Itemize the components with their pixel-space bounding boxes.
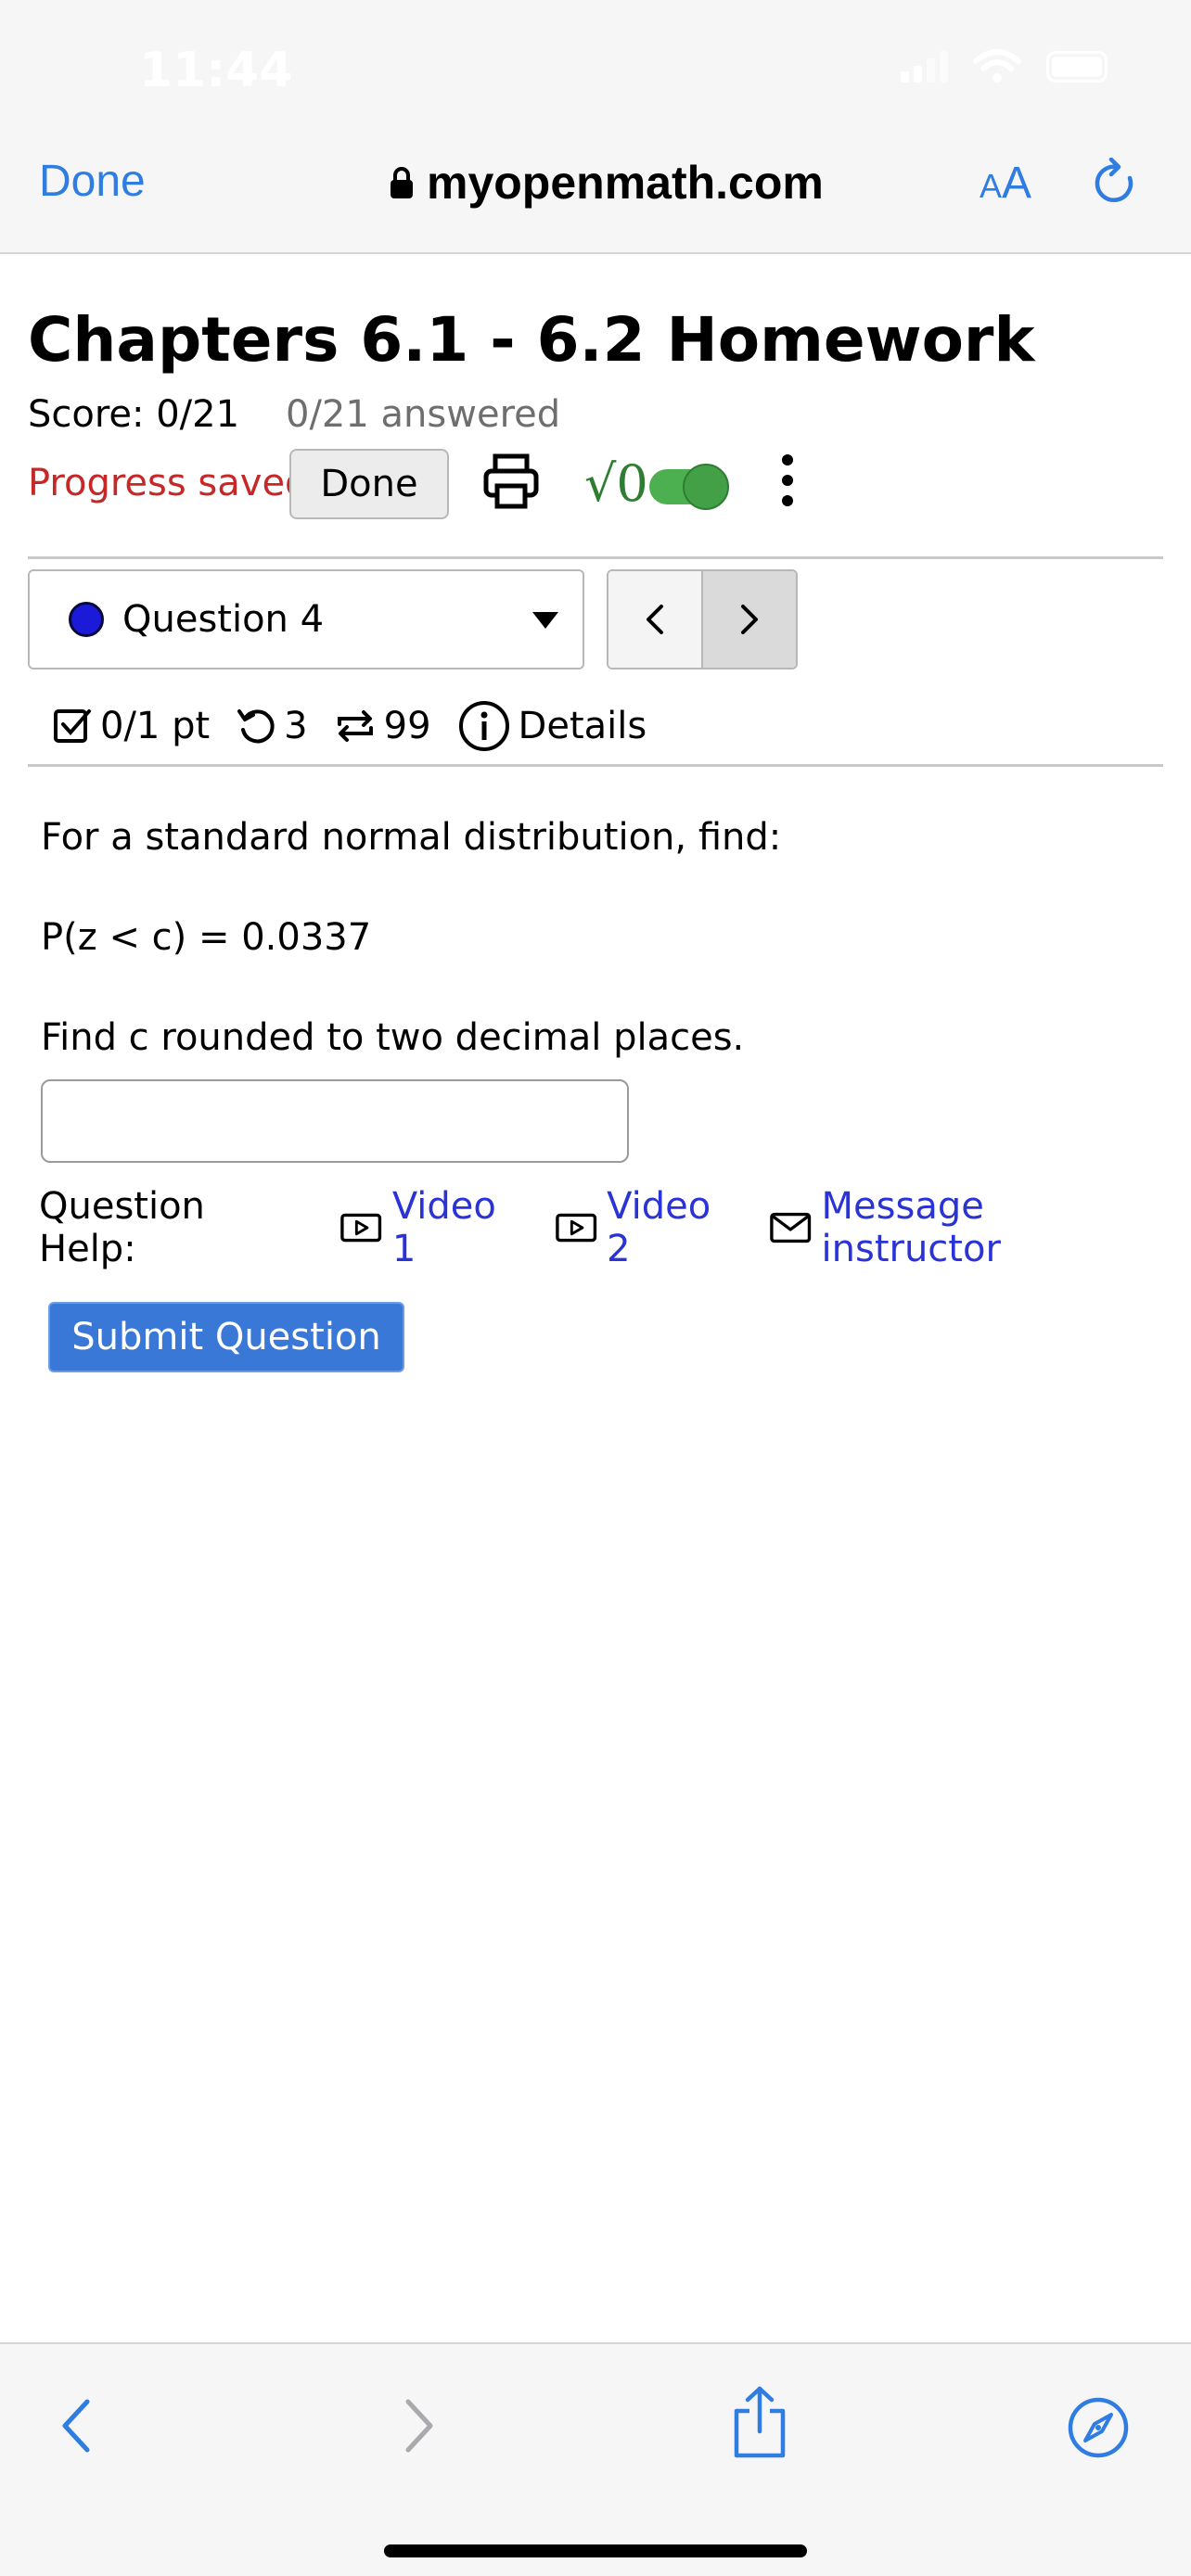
undo-icon xyxy=(237,709,275,744)
share-icon[interactable] xyxy=(731,2385,788,2459)
answered-count: 0/21 answered xyxy=(286,393,561,436)
points-text: 0/1 pt xyxy=(100,705,211,747)
math-entry-label: √0 xyxy=(584,454,648,513)
checkbox-icon xyxy=(54,709,91,743)
video-icon xyxy=(340,1213,382,1243)
details-label: Details xyxy=(518,705,647,747)
browser-top-bar: 11:44 Done myopenmath.com AA xyxy=(0,0,1191,254)
submit-question-button[interactable]: Submit Question xyxy=(48,1302,404,1372)
home-indicator xyxy=(384,2544,807,2557)
answer-input[interactable] xyxy=(41,1079,629,1163)
next-question-button[interactable] xyxy=(703,571,796,668)
wifi-icon xyxy=(973,49,1021,83)
chevron-right-icon xyxy=(741,605,758,634)
text-size-big-label: A xyxy=(1002,159,1032,208)
attempts-item: 99 xyxy=(334,705,431,747)
reload-icon[interactable] xyxy=(1093,158,1139,210)
question-equation: P(z < c) = 0.0337 xyxy=(41,916,372,959)
attempts-text: 99 xyxy=(383,705,431,747)
status-time: 11:44 xyxy=(139,43,293,98)
question-prompt: For a standard normal distribution, find… xyxy=(41,816,782,859)
message-instructor-label: Message instructor xyxy=(821,1185,1001,1270)
back-icon[interactable] xyxy=(58,2396,95,2455)
mail-icon xyxy=(770,1212,812,1243)
browser-bottom-toolbar xyxy=(0,2342,1191,2576)
previous-question-button[interactable] xyxy=(608,571,703,668)
page-title: Chapters 6.1 - 6.2 Homework xyxy=(28,304,1035,376)
forward-icon[interactable] xyxy=(401,2396,438,2455)
score-text: Score: 0/21 xyxy=(28,393,240,436)
video-2-label: Video 2 xyxy=(607,1185,711,1270)
video-icon xyxy=(556,1213,596,1243)
repeat-icon xyxy=(337,710,373,742)
video-2-link[interactable]: Video 2 xyxy=(555,1185,741,1270)
question-help: Question Help: Video 1 Video 2 Message i… xyxy=(39,1185,1191,1270)
progress-status: Progress saved xyxy=(28,462,309,504)
video-1-label: Video 1 xyxy=(391,1185,496,1270)
question-help-label: Question Help: xyxy=(39,1185,205,1270)
question-select-label: Question 4 xyxy=(122,598,325,641)
details-button[interactable]: Details xyxy=(457,699,647,753)
chevron-left-icon xyxy=(647,605,663,634)
print-icon[interactable] xyxy=(482,451,540,510)
question-select[interactable]: Question 4 xyxy=(28,569,584,670)
divider xyxy=(28,556,1163,559)
cellular-signal-icon xyxy=(901,51,948,83)
question-status-dot xyxy=(69,602,104,637)
text-size-small-label: A xyxy=(980,167,1003,205)
info-icon xyxy=(458,701,509,751)
message-instructor-link[interactable]: Message instructor xyxy=(769,1185,1163,1270)
retries-text: 3 xyxy=(284,705,308,747)
status-icons xyxy=(901,46,1108,87)
battery-icon xyxy=(1046,51,1108,83)
dropdown-caret-icon xyxy=(532,612,558,629)
url-text: myopenmath.com xyxy=(427,157,824,209)
address-bar[interactable]: myopenmath.com xyxy=(390,156,824,210)
toggle-knob xyxy=(683,464,729,510)
question-pager xyxy=(607,569,798,670)
math-entry-toggle[interactable] xyxy=(649,464,729,510)
divider xyxy=(28,764,1163,767)
browser-done-button[interactable]: Done xyxy=(39,156,146,207)
compass-icon[interactable] xyxy=(1067,2396,1130,2459)
lock-icon xyxy=(391,167,413,198)
points-item: 0/1 pt xyxy=(52,705,210,747)
more-options-icon[interactable] xyxy=(774,451,801,510)
text-size-button[interactable]: AA xyxy=(980,158,1031,209)
question-meta: 0/1 pt 3 99 Details xyxy=(52,694,672,759)
question-instruction: Find c rounded to two decimal places. xyxy=(41,1016,745,1059)
retries-item: 3 xyxy=(236,705,308,747)
assignment-done-button[interactable]: Done xyxy=(289,449,449,519)
video-1-link[interactable]: Video 1 xyxy=(339,1185,526,1270)
